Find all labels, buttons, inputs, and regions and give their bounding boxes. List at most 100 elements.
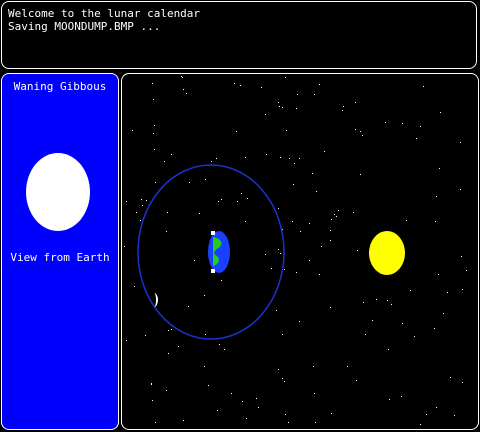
star	[221, 199, 222, 200]
console-line-welcome: Welcome to the lunar calendar	[8, 7, 201, 20]
star	[438, 274, 439, 275]
star	[171, 329, 172, 330]
star	[292, 221, 293, 222]
star	[314, 94, 315, 95]
star	[271, 268, 272, 269]
console-panel: Welcome to the lunar calendar Saving MOO…	[1, 1, 477, 69]
star	[402, 123, 403, 124]
star	[288, 422, 289, 423]
star	[355, 129, 356, 130]
star	[347, 366, 348, 367]
star	[181, 76, 182, 77]
star	[334, 214, 335, 215]
star	[353, 212, 354, 213]
star	[447, 292, 448, 293]
star	[330, 240, 331, 241]
star	[284, 381, 285, 382]
star	[443, 313, 444, 314]
star	[410, 290, 411, 291]
star	[331, 413, 332, 414]
star	[136, 212, 137, 213]
star	[466, 270, 467, 271]
starfield	[124, 76, 467, 425]
star	[420, 424, 421, 425]
star	[414, 336, 415, 337]
star	[126, 340, 127, 341]
star	[140, 220, 141, 221]
star	[420, 126, 421, 127]
star	[299, 158, 300, 159]
star	[388, 349, 389, 350]
star	[204, 295, 205, 296]
star	[205, 179, 206, 180]
star	[391, 304, 392, 305]
star	[231, 393, 232, 394]
star	[278, 249, 279, 250]
star	[376, 299, 377, 300]
star	[126, 201, 127, 202]
star	[315, 422, 316, 423]
star	[324, 151, 325, 152]
star	[319, 274, 320, 275]
star	[132, 130, 133, 131]
star	[297, 94, 298, 95]
star	[372, 320, 373, 321]
star	[276, 310, 277, 311]
star	[436, 196, 437, 197]
star	[387, 300, 388, 301]
star	[460, 189, 461, 190]
star	[124, 246, 125, 247]
star	[208, 385, 209, 386]
star	[245, 157, 246, 158]
star	[278, 208, 279, 209]
star	[278, 369, 279, 370]
star	[401, 396, 402, 397]
star	[450, 377, 451, 378]
star	[289, 158, 290, 159]
star	[152, 400, 153, 401]
star	[155, 422, 156, 423]
star	[321, 246, 322, 247]
star	[261, 87, 262, 88]
star	[186, 93, 187, 94]
star	[146, 200, 147, 201]
star	[285, 77, 286, 78]
star	[296, 272, 297, 273]
star	[293, 184, 294, 185]
star	[234, 83, 235, 84]
star	[153, 99, 154, 100]
star	[284, 269, 285, 270]
star	[236, 131, 237, 132]
star	[309, 260, 310, 261]
moon-view-icon	[26, 153, 90, 231]
star	[312, 173, 313, 174]
star	[313, 366, 314, 367]
star	[224, 349, 225, 350]
star	[314, 393, 315, 394]
star	[151, 383, 152, 384]
star	[154, 149, 155, 150]
earth-icon	[208, 231, 230, 273]
star	[435, 221, 436, 222]
star	[155, 182, 156, 183]
star	[336, 216, 337, 217]
orbiting-moon-icon	[154, 293, 158, 307]
star	[338, 210, 339, 211]
star	[171, 154, 172, 155]
star	[357, 250, 358, 251]
star	[363, 302, 364, 303]
star	[330, 307, 331, 308]
star	[164, 161, 165, 162]
star	[280, 253, 281, 254]
star	[247, 198, 248, 199]
star	[205, 334, 206, 335]
star	[141, 199, 142, 200]
star	[245, 221, 246, 222]
star	[219, 344, 220, 345]
star	[282, 107, 283, 108]
star	[258, 407, 259, 408]
star	[461, 256, 462, 257]
star	[145, 335, 146, 336]
star	[309, 223, 310, 224]
star	[286, 130, 287, 131]
